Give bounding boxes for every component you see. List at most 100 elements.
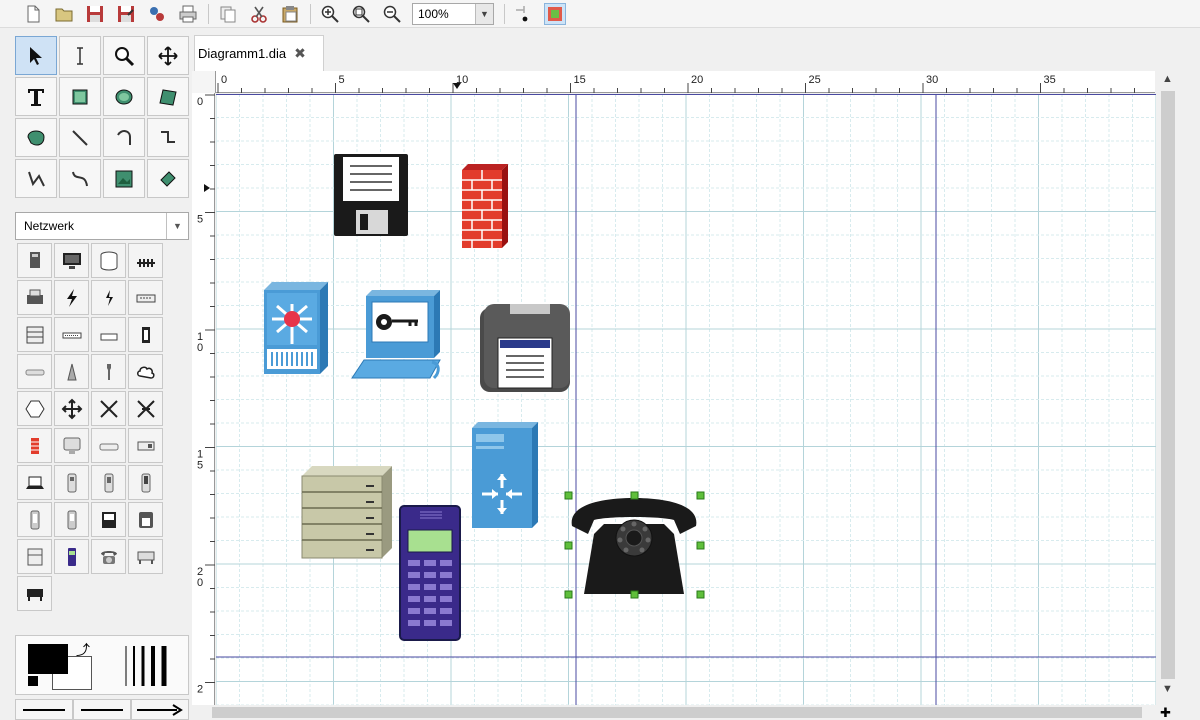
magnify-tool-icon[interactable] [103, 36, 145, 75]
foreground-color-swatch-front[interactable] [28, 644, 68, 674]
floppy-disk-shape[interactable] [334, 154, 408, 236]
pda-2-icon[interactable] [54, 502, 89, 537]
modem-icon[interactable] [128, 280, 163, 315]
laptop-icon[interactable] [17, 465, 52, 500]
line-style-selector-button[interactable] [73, 699, 131, 720]
firewall-icon[interactable] [17, 428, 52, 463]
tab-label[interactable]: Diagramm1.dia [198, 46, 286, 61]
text-tool-icon[interactable] [15, 77, 57, 116]
polyline-tool-icon[interactable] [15, 159, 57, 198]
router-server-shape[interactable] [472, 422, 538, 528]
lightning-small-icon[interactable] [91, 280, 126, 315]
object-snap-icon[interactable] [544, 2, 566, 25]
print-icon[interactable] [177, 3, 199, 25]
horizontal-scrollbar[interactable] [192, 705, 1186, 720]
storage-cabinet-shape[interactable] [301, 466, 392, 559]
printer-icon[interactable] [17, 280, 52, 315]
start-arrow-selector[interactable] [15, 699, 73, 720]
polygon-tool-icon[interactable] [147, 77, 189, 116]
disk-icon[interactable] [91, 502, 126, 537]
cloud-icon[interactable] [128, 354, 163, 389]
chevron-down-icon[interactable]: ▼ [475, 3, 493, 24]
end-arrow-selector[interactable] [131, 699, 189, 720]
lightning-icon[interactable] [54, 280, 89, 315]
zoom-fit-icon[interactable] [350, 3, 372, 25]
device-box-icon[interactable] [128, 317, 163, 352]
crossing-icon[interactable] [91, 391, 126, 426]
arc-tool-icon[interactable] [103, 118, 145, 157]
ellipse-tool-icon[interactable] [103, 77, 145, 116]
secure-workstation-shape[interactable] [351, 290, 441, 380]
switch-icon[interactable] [54, 317, 89, 352]
beziergon-tool-icon[interactable] [15, 118, 57, 157]
open-icon[interactable] [53, 3, 75, 25]
wrench-icon[interactable] [91, 354, 126, 389]
line-width-icon[interactable] [122, 644, 172, 688]
navigation-icon[interactable]: ✚ [1160, 705, 1171, 720]
line-tool-icon[interactable] [59, 118, 101, 157]
mobile-phone-shape[interactable] [399, 505, 461, 641]
hub-icon[interactable] [128, 243, 163, 278]
zoom-value[interactable]: 100% [413, 7, 475, 21]
device-flat-icon[interactable] [91, 317, 126, 352]
zigzag-line-tool-icon[interactable] [147, 118, 189, 157]
pointer-tool-icon[interactable] [15, 36, 57, 75]
antenna-icon[interactable] [54, 354, 89, 389]
sheet-selector[interactable]: Netzwerk ▼ [15, 212, 189, 240]
rack-server-icon[interactable] [17, 317, 52, 352]
vertical-scrollbar[interactable]: ▲ ▼ [1156, 71, 1186, 705]
save-icon[interactable] [84, 3, 106, 25]
copy-icon[interactable] [217, 3, 239, 25]
export-icon[interactable] [146, 3, 168, 25]
horizontal-scroll-thumb[interactable] [212, 707, 1142, 718]
ups-3-icon[interactable] [128, 465, 163, 500]
mobile-phone-icon[interactable] [54, 539, 89, 574]
bezier-line-tool-icon[interactable] [59, 159, 101, 198]
zoom-out-icon[interactable] [381, 3, 403, 25]
crossing-2-icon[interactable] [128, 391, 163, 426]
text-edit-tool-icon[interactable] [59, 36, 101, 75]
default-colors-icon[interactable] [28, 676, 38, 686]
telephone-shape[interactable] [571, 498, 697, 594]
scroll-tool-icon[interactable] [147, 36, 189, 75]
network-switch-shape[interactable] [264, 282, 328, 374]
disc-storage-icon[interactable] [91, 243, 126, 278]
pda-icon[interactable] [17, 502, 52, 537]
cut-icon[interactable] [248, 3, 270, 25]
flat-unit-icon[interactable] [91, 428, 126, 463]
snap-grid-icon[interactable] [513, 3, 535, 25]
ups-icon[interactable] [54, 465, 89, 500]
printer-flat-icon[interactable] [128, 539, 163, 574]
diagram-canvas[interactable] [216, 94, 1156, 705]
scanner-icon[interactable] [17, 576, 52, 611]
hexagon-icon[interactable] [17, 391, 52, 426]
disk-drive-shape[interactable] [480, 304, 570, 392]
tab-diagramm1[interactable]: Diagramm1.dia ✖ [194, 35, 324, 71]
small-device-icon[interactable] [128, 428, 163, 463]
diagram-svg[interactable] [216, 94, 1156, 705]
disk-box-icon[interactable] [17, 539, 52, 574]
chevron-down-icon[interactable]: ▼ [166, 213, 188, 239]
router-arrows-icon[interactable] [54, 391, 89, 426]
scroll-down-icon[interactable]: ▼ [1162, 683, 1173, 695]
floppy-drive-icon[interactable] [128, 502, 163, 537]
save-as-icon[interactable] [115, 3, 137, 25]
ups-2-icon[interactable] [91, 465, 126, 500]
firewall-shape[interactable] [462, 164, 508, 248]
network-flat-icon[interactable] [17, 354, 52, 389]
zoom-combo[interactable]: 100% ▼ [412, 2, 494, 25]
close-icon[interactable]: ✖ [294, 45, 306, 62]
box-tool-icon[interactable] [59, 77, 101, 116]
display-icon[interactable] [54, 428, 89, 463]
sheet-selector-value[interactable]: Netzwerk [16, 219, 166, 233]
new-icon[interactable] [22, 3, 44, 25]
computer-icon[interactable] [17, 243, 52, 278]
vertical-scroll-thumb[interactable] [1161, 91, 1175, 679]
paste-icon[interactable] [279, 3, 301, 25]
scroll-up-icon[interactable]: ▲ [1162, 73, 1173, 85]
zoom-in-icon[interactable] [319, 3, 341, 25]
telephone-icon[interactable] [91, 539, 126, 574]
monitor-icon[interactable] [54, 243, 89, 278]
outline-tool-icon[interactable] [147, 159, 189, 198]
swap-colors-icon[interactable]: ⤴ [76, 640, 90, 660]
